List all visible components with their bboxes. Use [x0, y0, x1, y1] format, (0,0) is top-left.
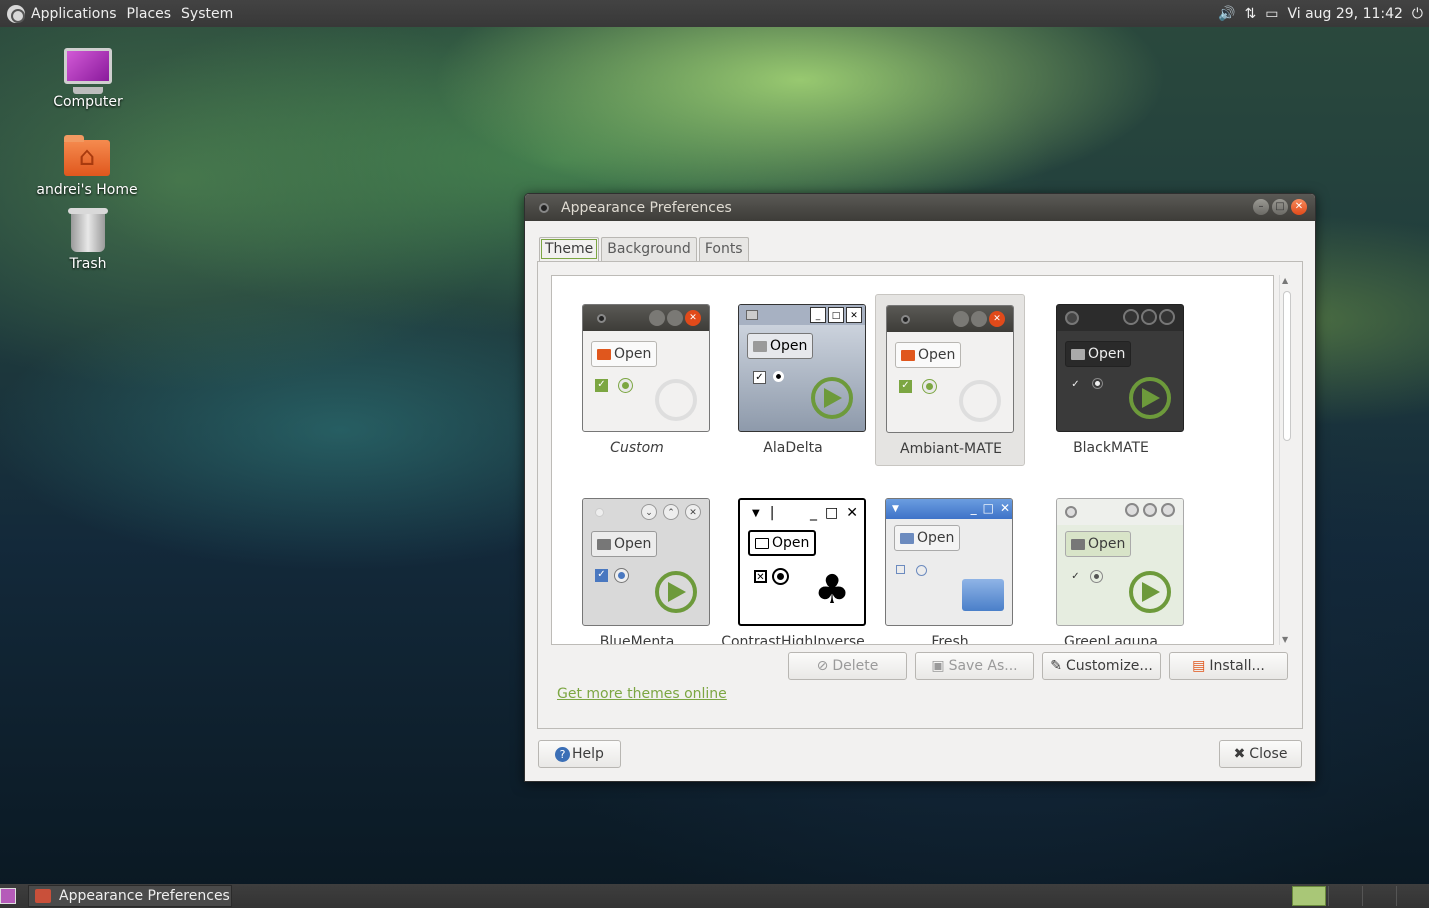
open-label: Open [918, 347, 956, 363]
theme-list[interactable]: ✕ Open ✓ Custom _ □ ✕ Open ✓ AlaDelta ✕ … [551, 275, 1274, 645]
theme-preview: ✕ Open ✓ [886, 305, 1014, 433]
show-desktop-icon[interactable] [0, 888, 16, 904]
minimize-icon[interactable]: – [1253, 199, 1269, 215]
theme-item-aladelta[interactable]: _ □ ✕ Open ✓ AlaDelta [718, 294, 868, 466]
theme-preview: Open ✓ [1056, 498, 1184, 626]
save-as-button[interactable]: ▣ Save As... [915, 652, 1034, 680]
open-label: Open [1088, 346, 1126, 362]
theme-item-fresh[interactable]: ▼ _ □ ✕ Open Fresh [875, 488, 1025, 645]
battery-icon[interactable]: ▭ [1265, 6, 1278, 22]
clock[interactable]: Vi aug 29, 11:42 [1287, 6, 1402, 22]
open-label: Open [614, 346, 652, 362]
close-button[interactable]: ✖ Close [1219, 740, 1302, 768]
mate-logo-icon[interactable] [7, 4, 25, 23]
menu-places[interactable]: Places [127, 6, 172, 22]
network-icon[interactable]: ⇅ [1244, 6, 1256, 22]
bottom-panel: Appearance Preferences [0, 884, 1429, 908]
workspace-3[interactable] [1362, 886, 1396, 906]
theme-item-bluementa[interactable]: ⌄ ⌃ ✕ Open ✓ BlueMenta [562, 488, 712, 645]
desktop-icon-home[interactable]: andrei's Home [32, 135, 142, 198]
theme-name: GreenLaguna [1064, 634, 1158, 645]
delete-button[interactable]: ⊘ Delete [788, 652, 907, 680]
theme-item-ambiant-mate[interactable]: ✕ Open ✓ Ambiant-MATE [875, 294, 1025, 466]
theme-preview: ⌄ ⌃ ✕ Open ✓ [582, 498, 710, 626]
theme-name: Ambiant-MATE [900, 441, 1002, 457]
desktop-icon-label: Trash [69, 256, 107, 272]
brush-icon: ✎ [1050, 658, 1062, 674]
theme-preview: Open ✓ [1056, 304, 1184, 432]
theme-name: Custom [610, 440, 664, 456]
open-label: Open [770, 338, 808, 354]
theme-page: ✕ Open ✓ Custom _ □ ✕ Open ✓ AlaDelta ✕ … [537, 261, 1303, 729]
install-button[interactable]: ▤ Install... [1169, 652, 1288, 680]
workspace-1[interactable] [1292, 886, 1326, 906]
tab-background[interactable]: Background [601, 237, 697, 261]
tab-theme[interactable]: Theme [539, 237, 600, 261]
theme-preview: ✕ Open ✓ [582, 304, 710, 432]
open-label: Open [917, 530, 955, 546]
theme-preview: _ □ ✕ Open ✓ [738, 304, 866, 432]
tab-fonts[interactable]: Fonts [698, 237, 749, 261]
volume-icon[interactable]: 🔊 [1218, 6, 1235, 22]
window-menu-icon[interactable] [539, 202, 549, 213]
home-folder-icon [64, 135, 110, 176]
theme-item-custom[interactable]: ✕ Open ✓ Custom [562, 294, 712, 466]
scroll-thumb[interactable] [1283, 291, 1291, 441]
workspace-4[interactable] [1396, 886, 1429, 906]
workspace-2[interactable] [1328, 886, 1362, 906]
task-label: Appearance Preferences [59, 888, 230, 904]
theme-item-greenlaguna[interactable]: Open ✓ GreenLaguna [1036, 488, 1186, 645]
theme-item-contrasthighinverse[interactable]: ▼ | _ □ ✕ Open ✕ ♣ ContrastHighInverse [718, 488, 868, 645]
maximize-icon[interactable]: □ [1272, 199, 1288, 215]
theme-name: Fresh [931, 634, 969, 645]
theme-name: AlaDelta [763, 440, 823, 456]
menu-applications[interactable]: Applications [31, 6, 117, 22]
scroll-down-icon[interactable]: ▼ [1282, 635, 1288, 644]
tab-bar: Theme Background Fonts [539, 237, 751, 261]
install-icon: ▤ [1192, 658, 1206, 674]
close-icon: ✖ [1233, 746, 1246, 762]
desktop-icon-trash[interactable]: Trash [33, 208, 143, 272]
appearance-preferences-window: Appearance Preferences – □ ✕ Theme Backg… [524, 193, 1316, 782]
window-title: Appearance Preferences [561, 199, 732, 216]
delete-icon: ⊘ [816, 658, 829, 674]
help-button[interactable]: ? Help [538, 740, 621, 768]
theme-list-scrollbar[interactable]: ▲ ▼ [1279, 275, 1293, 645]
theme-preview: ▼ _ □ ✕ Open [885, 498, 1013, 626]
get-more-themes-link[interactable]: Get more themes online [557, 686, 727, 702]
top-panel: Applications Places System 🔊 ⇅ ▭ Vi aug … [0, 0, 1429, 27]
save-icon: ▣ [931, 658, 945, 674]
customize-button[interactable]: ✎ Customize... [1042, 652, 1161, 680]
theme-item-blackmate[interactable]: Open ✓ BlackMATE [1036, 294, 1186, 466]
taskbar-item-appearance-preferences[interactable]: Appearance Preferences [28, 885, 232, 907]
help-icon: ? [555, 747, 571, 762]
menu-system[interactable]: System [181, 6, 233, 22]
theme-name: BlueMenta [599, 634, 675, 645]
close-icon[interactable]: ✕ [1291, 199, 1307, 215]
theme-name: BlackMATE [1073, 440, 1149, 456]
open-label: Open [1088, 536, 1126, 552]
open-label: Open [614, 536, 652, 552]
desktop-icon-label: Computer [53, 94, 123, 110]
power-icon[interactable]: ⏻ [1412, 6, 1423, 22]
theme-name: ContrastHighInverse [721, 634, 865, 645]
window-titlebar[interactable]: Appearance Preferences – □ ✕ [525, 194, 1315, 221]
open-label: Open [772, 535, 810, 551]
desktop-icon-computer[interactable]: Computer [33, 48, 143, 110]
desktop-icon-label: andrei's Home [36, 182, 138, 198]
appearance-app-icon [35, 889, 51, 903]
computer-icon [64, 48, 112, 94]
trash-icon [68, 208, 108, 252]
theme-preview: ▼ | _ □ ✕ Open ✕ ♣ [738, 498, 866, 626]
scroll-up-icon[interactable]: ▲ [1282, 276, 1288, 285]
